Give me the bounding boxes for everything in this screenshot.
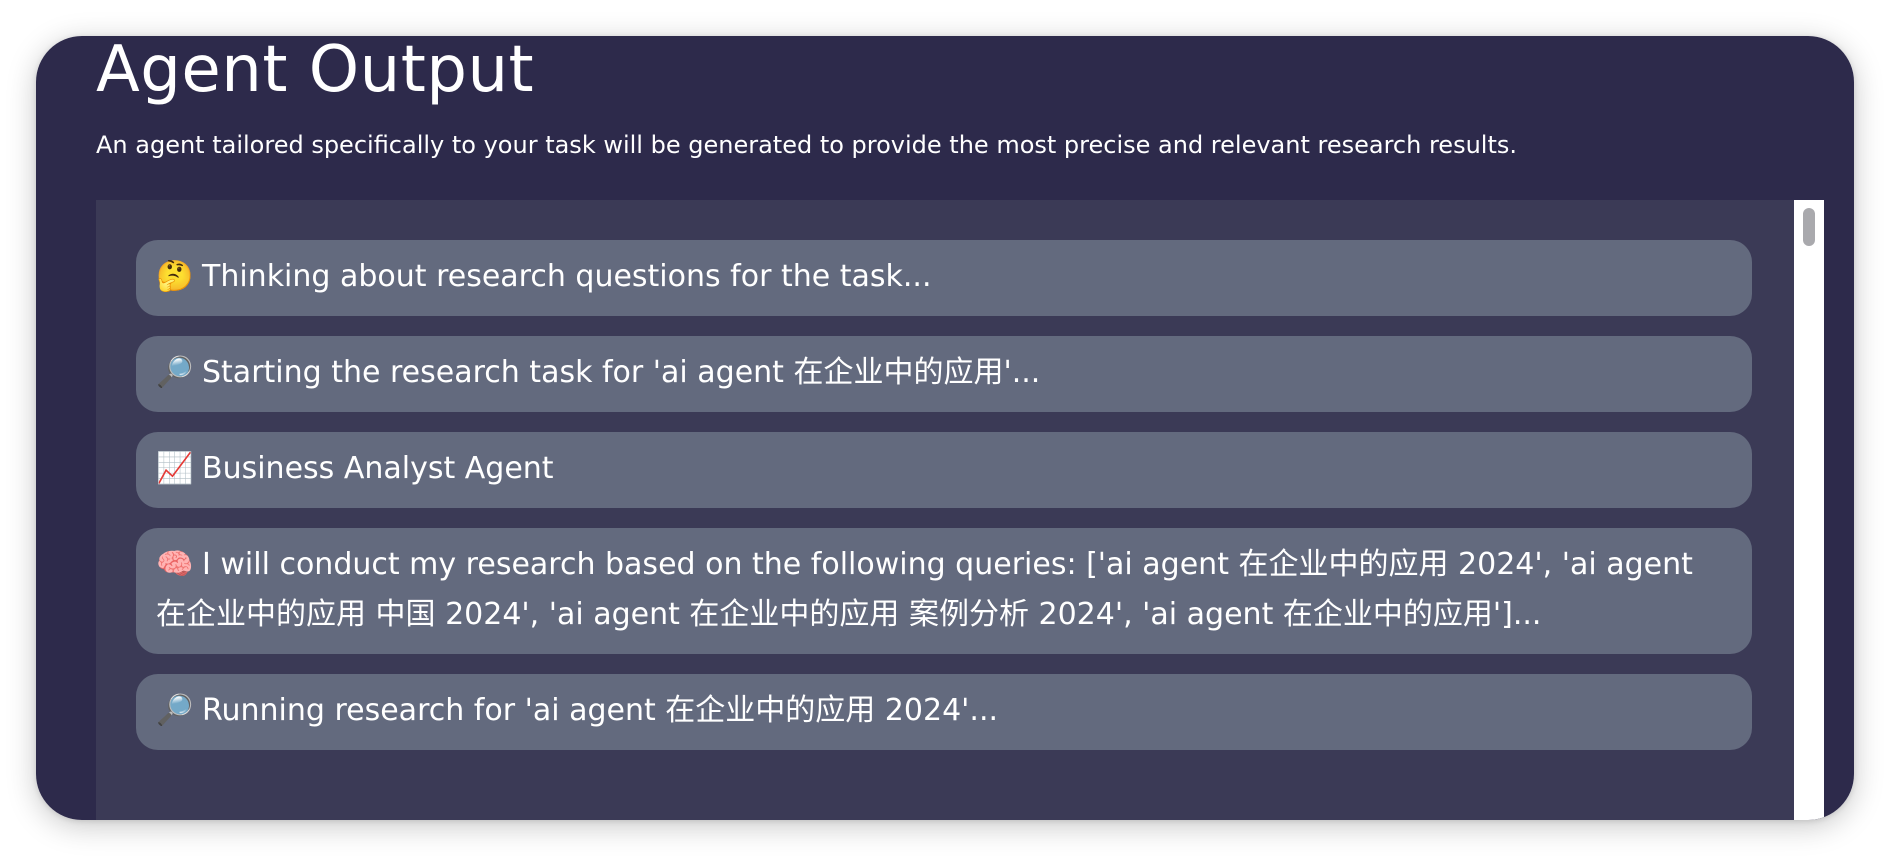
thinking-face-icon: 🤔	[156, 259, 194, 294]
magnifying-glass-icon: 🔎	[156, 693, 194, 728]
chart-increasing-icon: 📈	[156, 451, 194, 486]
page-subtitle: An agent tailored specifically to your t…	[96, 131, 1517, 159]
log-item-text: I will conduct my research based on the …	[156, 547, 1693, 632]
agent-output-log[interactable]: 🤔 Thinking about research questions for t…	[96, 200, 1824, 820]
magnifying-glass-icon: 🔎	[156, 355, 194, 390]
log-list: 🤔 Thinking about research questions for t…	[136, 240, 1752, 770]
page-title: Agent Output	[96, 36, 535, 107]
log-item: 🤔 Thinking about research questions for t…	[136, 240, 1752, 316]
log-item-text: Starting the research task for 'ai agent…	[202, 355, 1041, 390]
vertical-scrollbar[interactable]	[1794, 200, 1824, 820]
log-item-text: Running research for 'ai agent 在企业中的应用 2…	[202, 693, 999, 728]
log-item: 📈 Business Analyst Agent	[136, 432, 1752, 508]
scrollbar-thumb[interactable]	[1803, 208, 1815, 246]
brain-icon: 🧠	[156, 547, 194, 582]
agent-output-panel: Agent Output An agent tailored specifica…	[36, 36, 1854, 820]
log-item: 🔎 Starting the research task for 'ai agen…	[136, 336, 1752, 412]
log-item: 🧠 I will conduct my research based on the…	[136, 528, 1752, 654]
log-item-text: Business Analyst Agent	[202, 451, 554, 486]
log-item-text: Thinking about research questions for th…	[202, 259, 932, 294]
log-item: 🔎 Running research for 'ai agent 在企业中的应用 …	[136, 674, 1752, 750]
